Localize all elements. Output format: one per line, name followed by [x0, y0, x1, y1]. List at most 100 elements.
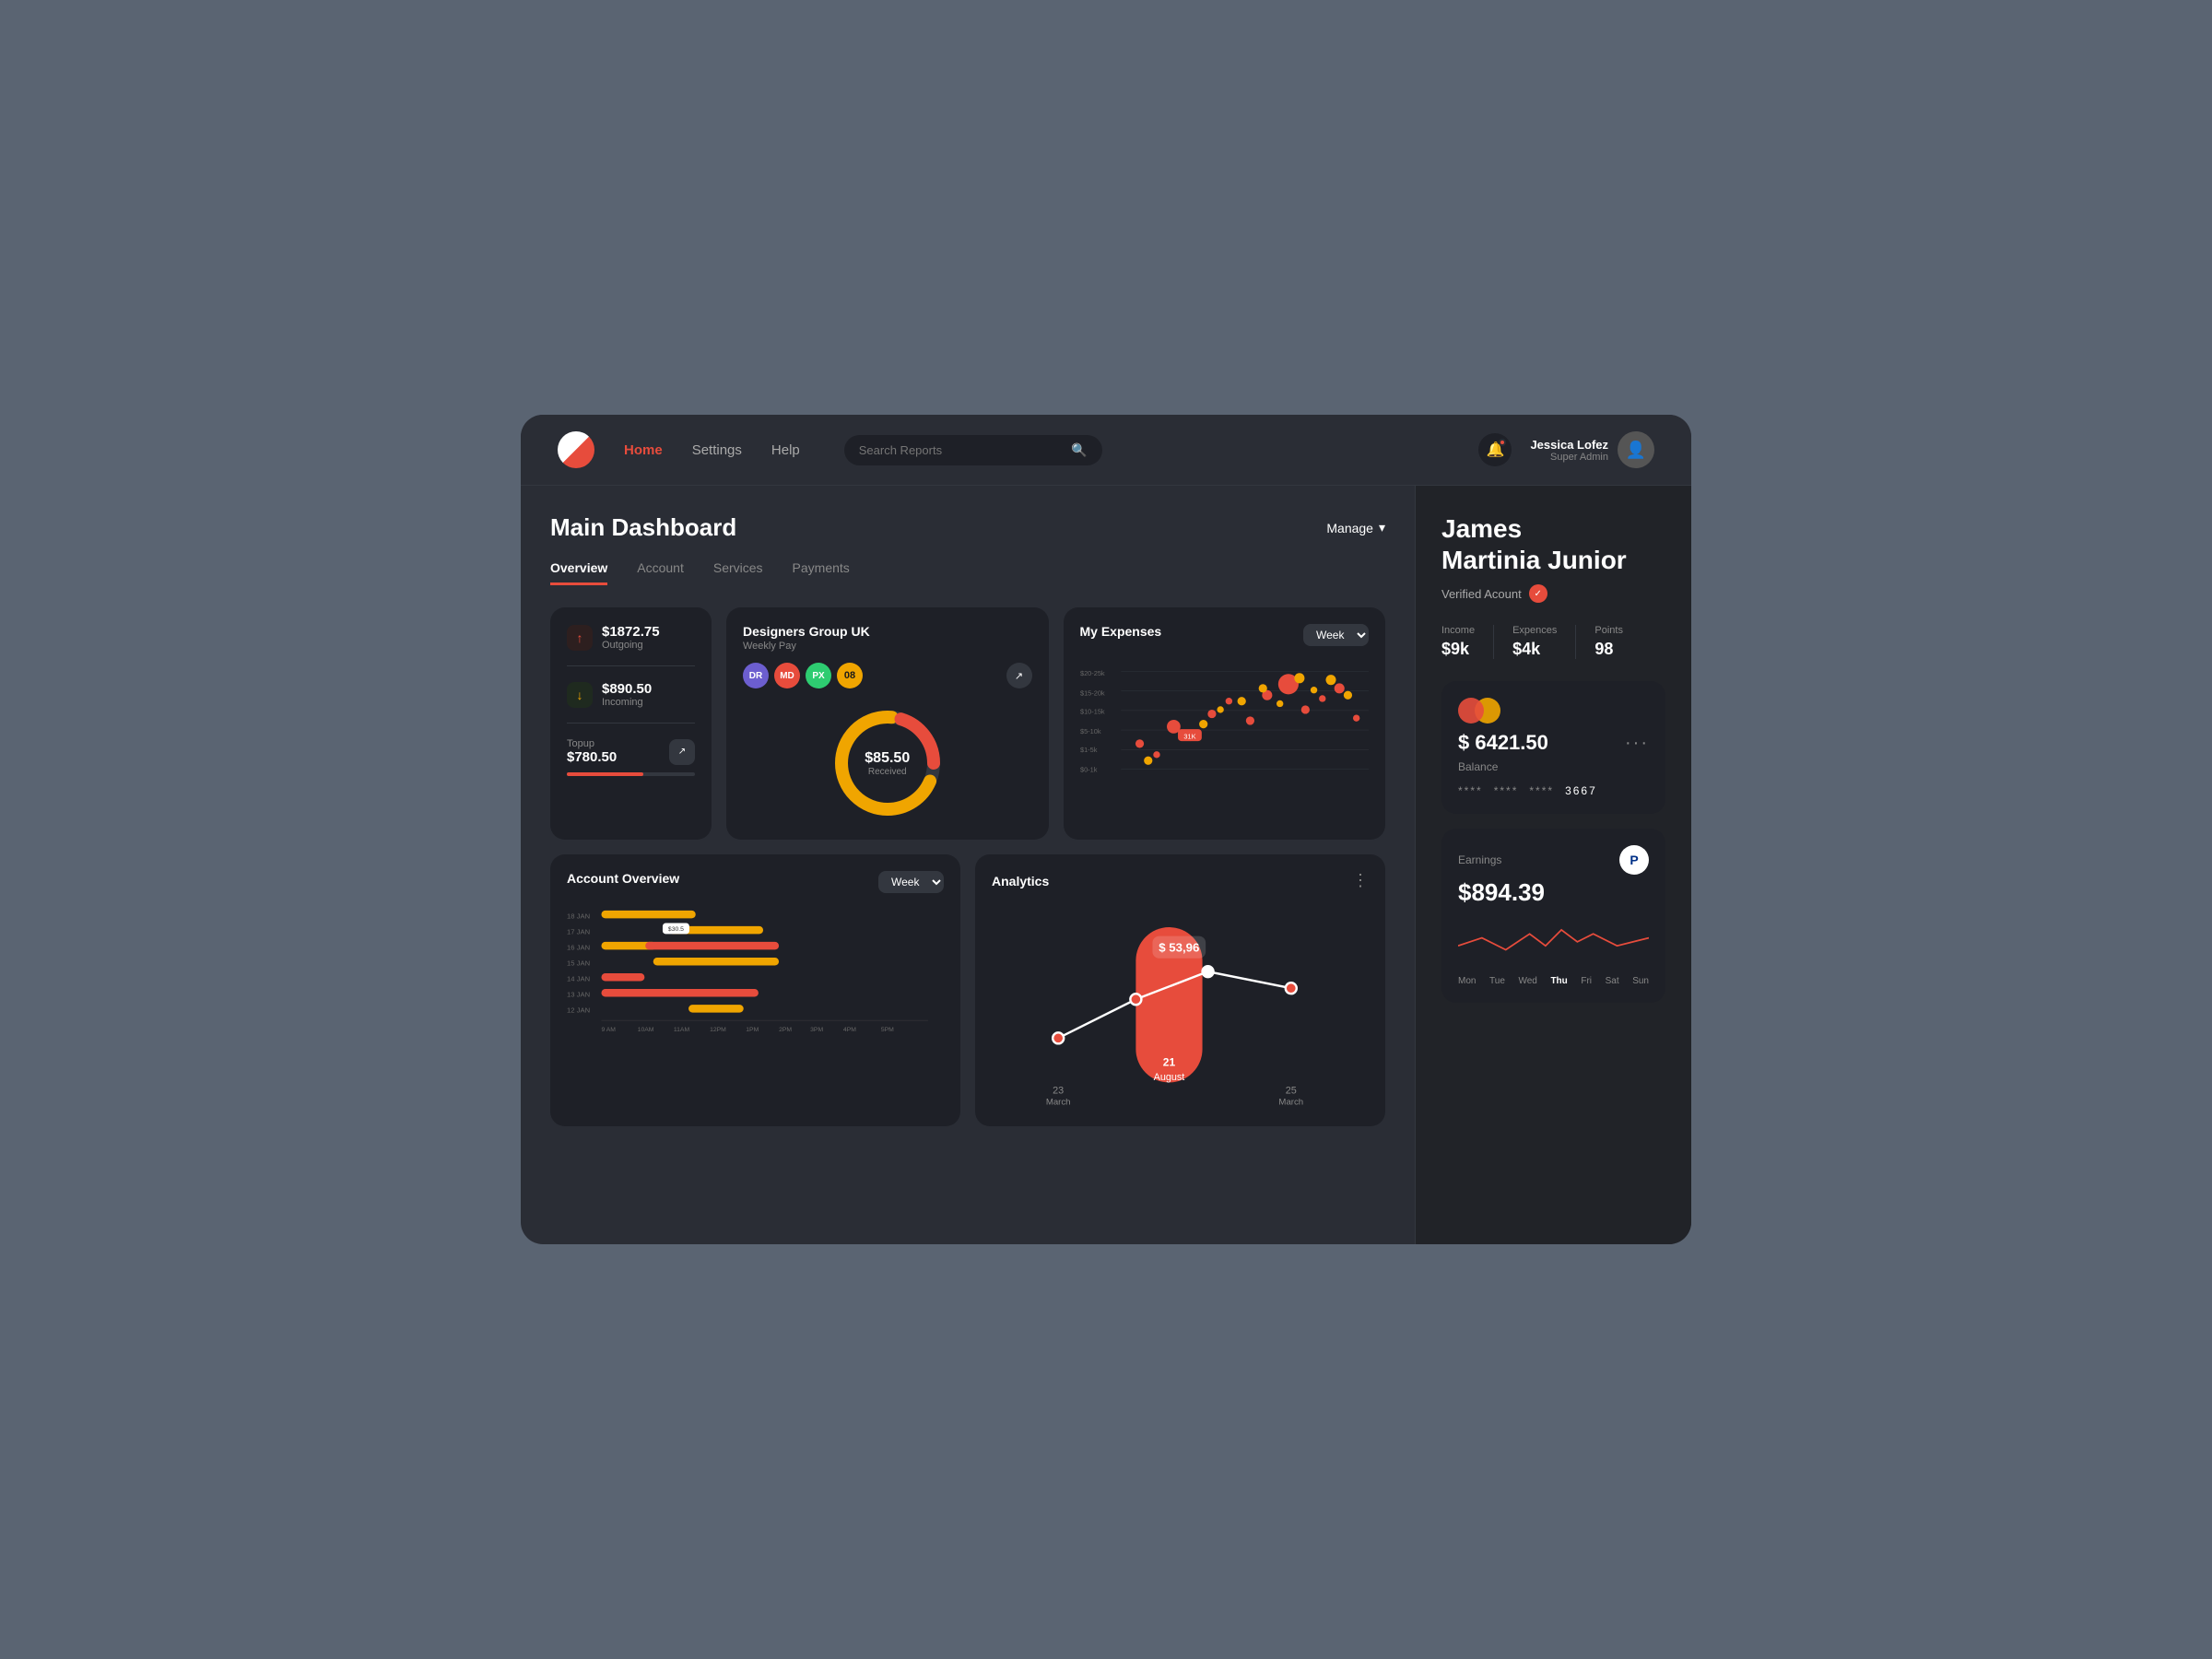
svg-text:5PM: 5PM: [881, 1027, 894, 1033]
stats-row: Income $9k Expences $4k Points 98: [1441, 625, 1665, 659]
svg-text:$1-5k: $1-5k: [1080, 746, 1098, 754]
avatar-count-badge: 08: [837, 663, 863, 688]
dashboard-title: Main Dashboard: [550, 513, 736, 542]
user-info: Jessica Lofez Super Admin 👤: [1530, 431, 1654, 468]
search-bar[interactable]: 🔍: [844, 435, 1102, 465]
mastercard-icon: [1458, 698, 1649, 724]
outgoing-arrow-icon: ↑: [567, 625, 593, 651]
earnings-label: Earnings: [1458, 853, 1501, 866]
avatar[interactable]: 👤: [1618, 431, 1654, 468]
designers-subtitle: Weekly Pay: [743, 641, 870, 652]
search-input[interactable]: [859, 443, 1065, 457]
notification-dot: [1499, 439, 1506, 446]
expenses-stat-label: Expences: [1512, 625, 1557, 636]
avatar-px: PX: [806, 663, 831, 688]
expenses-card: My Expenses Week $20-25k $15-20k $10-15k…: [1064, 607, 1386, 840]
svg-text:31K: 31K: [1183, 732, 1195, 740]
designers-card-header: Designers Group UK Weekly Pay: [743, 624, 1032, 652]
topup-info: Topup $780.50: [567, 738, 617, 765]
day-sun: Sun: [1632, 976, 1649, 986]
svg-text:$ 53,96: $ 53,96: [1159, 941, 1199, 955]
analytics-header: Analytics ⋮: [992, 871, 1369, 890]
nav-settings[interactable]: Settings: [692, 442, 742, 458]
scatter-chart: $20-25k $15-20k $10-15k $5-10k $1-5k $0-…: [1080, 657, 1370, 805]
tab-payments[interactable]: Payments: [793, 560, 850, 585]
points-stat: Points 98: [1594, 625, 1623, 659]
gantt-chart-svg: 18 JAN 17 JAN $30.5 16 JAN 15 JAN: [567, 904, 944, 1045]
incoming-label: Incoming: [602, 697, 652, 708]
card-num-last: 3667: [1565, 784, 1597, 797]
account-overview-card: Account Overview Week 18 JAN 17 JAN: [550, 854, 960, 1126]
designers-title: Designers Group UK: [743, 624, 870, 639]
topup-amount: $780.50: [567, 749, 617, 765]
income-value: $9k: [1441, 640, 1475, 659]
expenses-stat: Expences $4k: [1512, 625, 1557, 659]
nav-home[interactable]: Home: [624, 442, 663, 458]
donut-label: $85.50 Received: [865, 750, 910, 777]
verified-badge-icon: ✓: [1529, 584, 1547, 603]
account-overview-title: Account Overview: [567, 871, 679, 886]
day-sat: Sat: [1606, 976, 1619, 986]
svg-text:13 JAN: 13 JAN: [567, 991, 590, 999]
svg-text:21: 21: [1163, 1055, 1176, 1068]
earnings-card: Earnings P $894.39 Mon Tue Wed Thu Fri S…: [1441, 829, 1665, 1003]
account-overview-header: Account Overview Week: [567, 871, 944, 893]
user-text: Jessica Lofez Super Admin: [1530, 438, 1608, 463]
avatar-dr: DR: [743, 663, 769, 688]
app-container: Home Settings Help 🔍 🔔 Jessica Lofez Sup…: [521, 415, 1691, 1244]
topup-label: Topup: [567, 738, 617, 749]
points-label: Points: [1594, 625, 1623, 636]
tab-overview[interactable]: Overview: [550, 560, 607, 585]
more-options-icon[interactable]: ⋮: [1352, 871, 1369, 890]
day-tue: Tue: [1489, 976, 1505, 986]
svg-text:17 JAN: 17 JAN: [567, 927, 590, 935]
stat-divider-1: [1493, 625, 1494, 659]
svg-text:$30.5: $30.5: [668, 926, 684, 933]
bottom-grid: Account Overview Week 18 JAN 17 JAN: [550, 854, 1385, 1126]
divider-2: [567, 723, 695, 724]
income-label: Income: [1441, 625, 1475, 636]
outgoing-label: Outgoing: [602, 640, 660, 651]
tab-services[interactable]: Services: [713, 560, 763, 585]
card-number-row: **** **** **** 3667: [1458, 784, 1649, 797]
svg-text:2PM: 2PM: [779, 1027, 792, 1033]
topup-arrow-icon[interactable]: ↗: [669, 739, 695, 765]
day-thu: Thu: [1550, 976, 1567, 986]
header-right: 🔔 Jessica Lofez Super Admin 👤: [1478, 431, 1654, 468]
svg-text:12PM: 12PM: [710, 1027, 726, 1033]
topup-section: Topup $780.50 ↗: [567, 738, 695, 776]
user-name: Jessica Lofez: [1530, 438, 1608, 452]
manage-button[interactable]: Manage ▾: [1326, 520, 1385, 535]
expenses-title: My Expenses: [1080, 624, 1162, 639]
expenses-stat-value: $4k: [1512, 640, 1557, 659]
progress-bar: [567, 772, 695, 776]
tab-account[interactable]: Account: [637, 560, 684, 585]
svg-text:23: 23: [1053, 1085, 1064, 1096]
outgoing-amount: $1872.75: [602, 624, 660, 640]
week-selector[interactable]: Week: [1303, 624, 1369, 646]
avatars-row: DR MD PX 08 ↗: [743, 663, 1032, 688]
notification-bell[interactable]: 🔔: [1478, 433, 1512, 466]
account-week-selector[interactable]: Week: [878, 871, 944, 893]
svg-text:$5-10k: $5-10k: [1080, 727, 1101, 735]
svg-text:$15-20k: $15-20k: [1080, 688, 1105, 697]
svg-text:March: March: [1046, 1098, 1071, 1105]
main-nav: Home Settings Help: [624, 442, 800, 458]
nav-help[interactable]: Help: [771, 442, 800, 458]
analytics-title: Analytics: [992, 874, 1049, 888]
share-icon[interactable]: ↗: [1006, 663, 1032, 688]
expenses-header: My Expenses Week: [1080, 624, 1370, 646]
outgoing-text: $1872.75 Outgoing: [602, 624, 660, 651]
card-balance: $ 6421.50 ··· Balance **** **** **** 366…: [1441, 681, 1665, 814]
user-role: Super Admin: [1530, 452, 1608, 463]
donut-container: $85.50 Received: [743, 703, 1032, 823]
donut-text: Received: [865, 767, 910, 777]
search-icon: 🔍: [1071, 442, 1087, 458]
card-num-2: ****: [1494, 784, 1519, 797]
day-fri: Fri: [1581, 976, 1592, 986]
dots-menu[interactable]: ···: [1625, 733, 1649, 754]
analytics-chart-svg: $ 53,96 21 August 23 March 25 March: [992, 905, 1369, 1105]
right-panel: James Martinia Junior Verified Acount ✓ …: [1415, 486, 1691, 1244]
day-wed: Wed: [1518, 976, 1536, 986]
svg-text:March: March: [1278, 1098, 1303, 1105]
